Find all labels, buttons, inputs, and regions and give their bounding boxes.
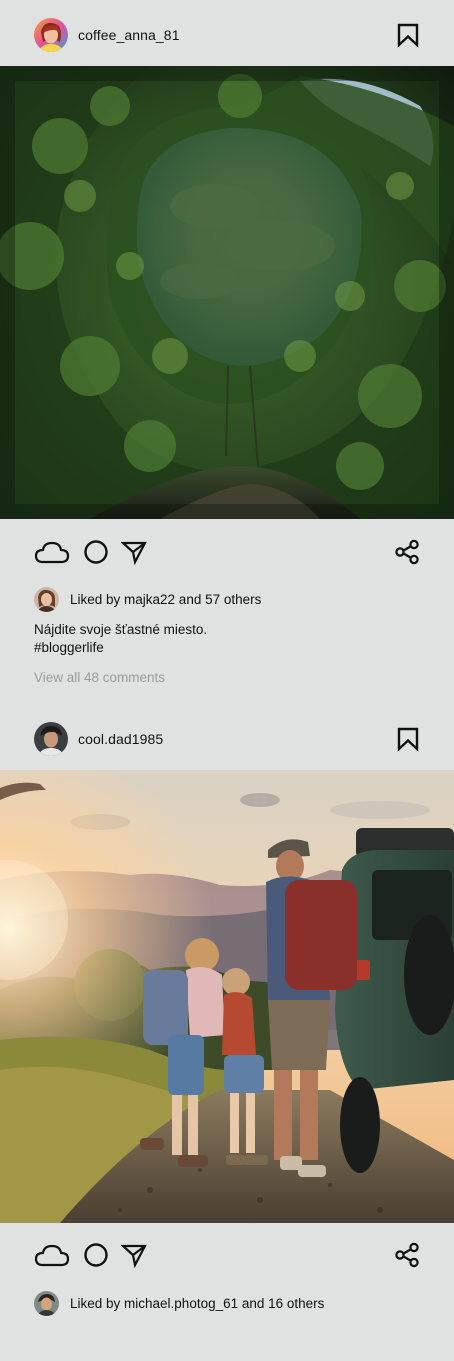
forest-canopy-photo <box>0 66 454 519</box>
post-actions <box>0 1235 454 1275</box>
bookmark-icon[interactable] <box>396 22 420 48</box>
post-image[interactable] <box>0 770 454 1223</box>
caption-text: Nájdite svoje šťastné miesto. <box>34 622 208 637</box>
cloud-icon[interactable] <box>34 539 70 565</box>
likes-text[interactable]: Liked by michael.photog_61 and 16 others <box>70 1296 324 1311</box>
caption-hashtag[interactable]: #bloggerlife <box>34 639 207 657</box>
liker-avatar[interactable] <box>34 587 59 612</box>
likes-row: Liked by michael.photog_61 and 16 others <box>34 1291 324 1316</box>
avatar[interactable] <box>34 722 68 756</box>
username[interactable]: coffee_anna_81 <box>78 27 180 43</box>
likes-row: Liked by majka22 and 57 others <box>34 587 261 612</box>
post-caption: Nájdite svoje šťastné miesto. #bloggerli… <box>34 621 207 657</box>
circle-icon[interactable] <box>83 1242 109 1268</box>
send-icon[interactable] <box>121 539 147 565</box>
share-icon[interactable] <box>394 1242 420 1268</box>
username[interactable]: cool.dad1985 <box>78 731 163 747</box>
share-icon[interactable] <box>394 539 420 565</box>
post-actions <box>0 532 454 572</box>
post-header: coffee_anna_81 <box>0 2 454 68</box>
send-icon[interactable] <box>121 1242 147 1268</box>
liker-avatar[interactable] <box>34 1291 59 1316</box>
likes-text[interactable]: Liked by majka22 and 57 others <box>70 592 261 607</box>
post-header: cool.dad1985 <box>0 706 454 772</box>
post-image[interactable] <box>0 66 454 519</box>
circle-icon[interactable] <box>83 539 109 565</box>
avatar[interactable] <box>34 18 68 52</box>
cloud-icon[interactable] <box>34 1242 70 1268</box>
family-hiking-photo <box>0 770 454 1223</box>
bookmark-icon[interactable] <box>396 726 420 752</box>
view-comments-link[interactable]: View all 48 comments <box>34 670 165 685</box>
feed: coffee_anna_81 Liked by majka22 and 57 o… <box>0 0 454 1361</box>
